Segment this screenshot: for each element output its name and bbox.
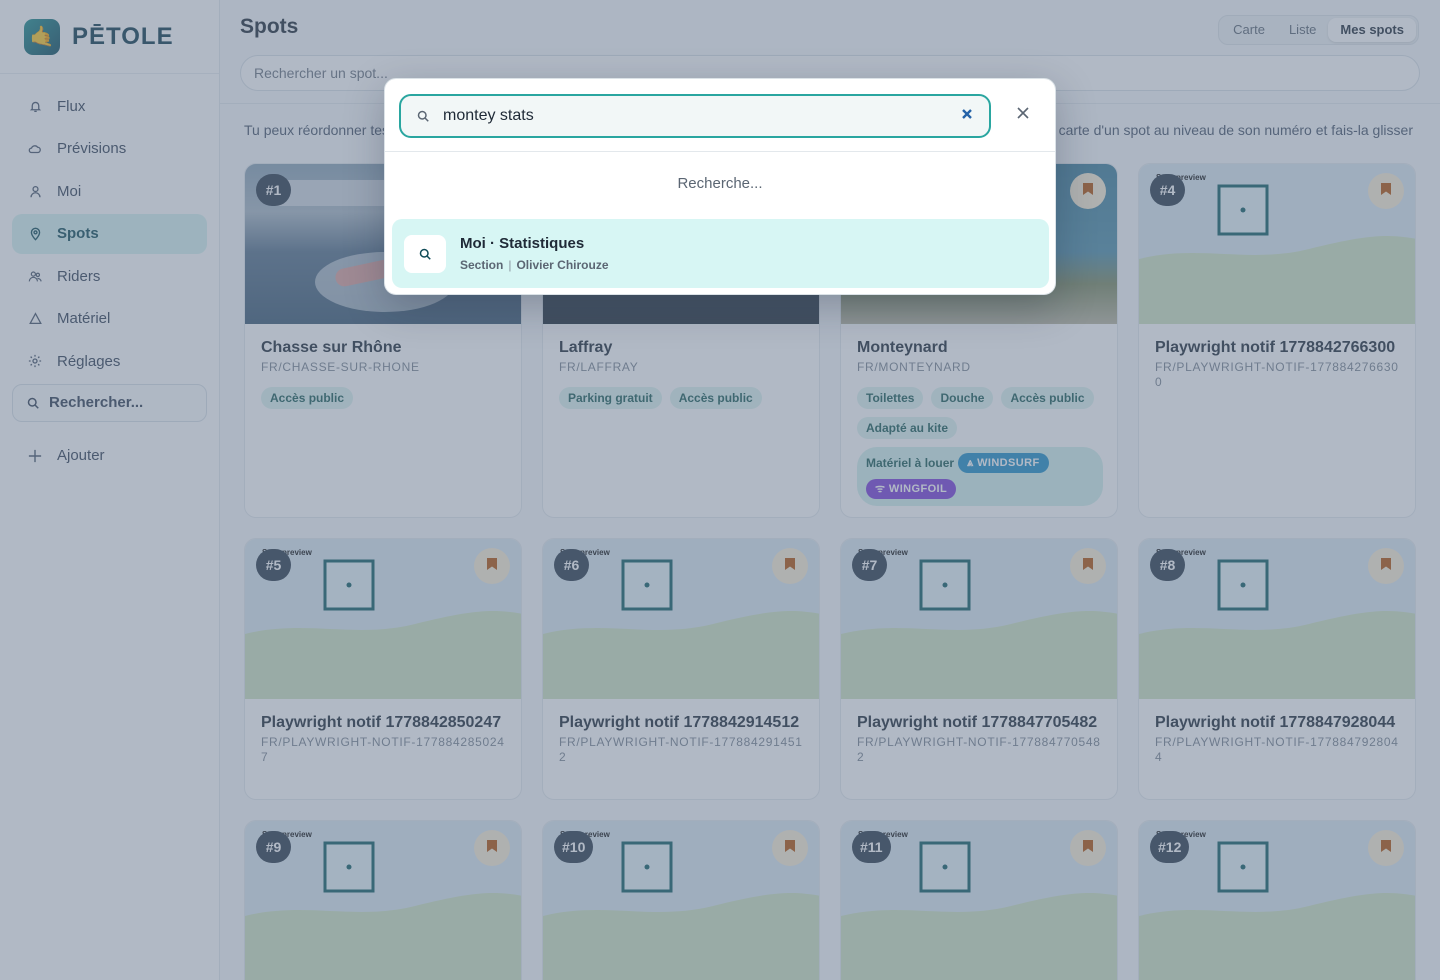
result-title: Moi · Statistiques: [460, 235, 585, 252]
search-result-item[interactable]: Moi · Statistiques Section | Olivier Chiro…: [392, 219, 1049, 288]
search-result-icon: [404, 234, 446, 273]
result-meta: Section | Olivier Chirouze: [460, 258, 609, 272]
result-type: Section: [460, 258, 504, 272]
modal-divider: [385, 151, 1055, 152]
clear-search-button[interactable]: [959, 108, 975, 124]
result-owner: Olivier Chirouze: [516, 258, 609, 272]
search-status: Recherche...: [677, 175, 763, 192]
search-icon: [417, 110, 429, 122]
search-query: montey stats: [443, 107, 534, 124]
result-separator: |: [508, 258, 512, 272]
close-icon: [1017, 106, 1029, 124]
search-modal: montey stats Recherche... Moi · Statisti…: [384, 78, 1056, 295]
close-modal-button[interactable]: [1015, 107, 1031, 123]
global-search-input[interactable]: montey stats: [399, 94, 991, 138]
clear-x-icon: [961, 107, 973, 125]
